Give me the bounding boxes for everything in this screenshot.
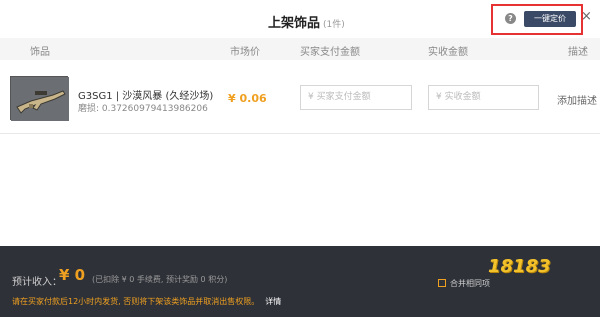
close-icon[interactable]: ×: [581, 9, 592, 24]
item-count: (1件): [323, 20, 345, 30]
table-header: 饰品 市场价 买家支付金额 实收金额 描述: [0, 38, 600, 60]
dialog-header: 上架饰品 (1件) ? 一键定价 ×: [0, 0, 600, 38]
income-label: 预计收入：: [12, 277, 62, 288]
col-market-price: 市场价: [230, 47, 260, 58]
dialog-title: 上架饰品 (1件): [268, 12, 345, 31]
income-value: ¥ 0: [59, 266, 86, 284]
shipping-warning: 请在买家付款后12小时内发货, 否则将下架该类饰品并取消出售权限。 详情: [12, 296, 281, 307]
table-row: G3SG1 | 沙漠风暴 (久经沙场) 磨损: 0.37260979413986…: [0, 60, 600, 134]
income-note: (已扣除 ¥ 0 手续费, 预计奖励 0 积分): [92, 275, 228, 284]
item-thumbnail: [10, 76, 69, 121]
buyer-pays-input[interactable]: ¥ 买家支付金额: [300, 85, 412, 110]
one-click-price-button[interactable]: 一键定价: [524, 11, 576, 27]
rifle-icon: [11, 77, 69, 121]
received-amount-input[interactable]: ¥ 实收金额: [428, 85, 539, 110]
help-icon[interactable]: ?: [505, 13, 516, 24]
item-wear: 磨损: 0.37260979413986206: [78, 104, 208, 114]
item-name: G3SG1 | 沙漠风暴 (久经沙场): [78, 91, 214, 102]
dialog-title-text: 上架饰品: [268, 16, 321, 31]
merge-same-checkbox[interactable]: [438, 279, 446, 287]
col-description: 描述: [568, 47, 588, 58]
col-buyer-pays: 买家支付金额: [300, 47, 360, 58]
col-item: 饰品: [30, 47, 50, 58]
merge-same-label: 合并相同项: [450, 279, 490, 288]
item-market-price: ¥ 0.06: [228, 92, 267, 105]
add-description-link[interactable]: 添加描述: [557, 92, 597, 107]
col-received: 实收金额: [428, 47, 468, 58]
watermark-logo: 18183: [488, 256, 551, 277]
details-link[interactable]: 详情: [265, 297, 281, 306]
shipping-warning-text: 请在买家付款后12小时内发货, 否则将下架该类饰品并取消出售权限。: [12, 297, 260, 306]
